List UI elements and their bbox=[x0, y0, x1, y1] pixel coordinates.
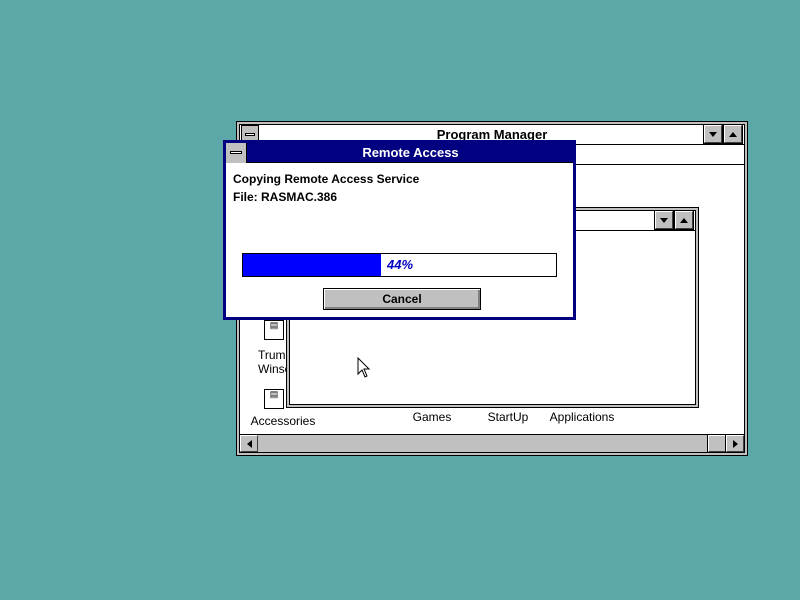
program-item-icon[interactable]: ▤ bbox=[264, 320, 284, 340]
accessories-group-icon[interactable]: ▤ bbox=[264, 389, 284, 409]
scrollbar-thumb[interactable] bbox=[707, 434, 727, 453]
horizontal-scrollbar[interactable] bbox=[239, 434, 745, 453]
dialog-system-menu-icon[interactable] bbox=[226, 143, 247, 163]
scrollbar-track[interactable] bbox=[258, 435, 712, 452]
dialog-titlebar[interactable]: Remote Access bbox=[226, 143, 573, 163]
group-games-label: Games bbox=[412, 410, 452, 424]
group-startup-label: StartUp bbox=[487, 410, 529, 424]
remote-access-dialog: Remote Access Copying Remote Access Serv… bbox=[223, 140, 576, 320]
progress-bar: 44% bbox=[242, 253, 557, 277]
scroll-right-icon[interactable] bbox=[725, 434, 745, 453]
group-accessories[interactable]: Accessories bbox=[248, 412, 318, 428]
maximize-icon[interactable] bbox=[723, 124, 743, 144]
dialog-title: Remote Access bbox=[362, 145, 459, 160]
minimize-icon[interactable] bbox=[703, 124, 723, 144]
progress-fill bbox=[243, 254, 381, 276]
cancel-button[interactable]: Cancel bbox=[323, 288, 481, 310]
dialog-message: Copying Remote Access Service bbox=[233, 172, 420, 186]
group-minimize-icon[interactable] bbox=[654, 210, 674, 230]
dialog-file-label: File: RASMAC.386 bbox=[233, 190, 338, 204]
group-applications-label: Applications bbox=[549, 410, 615, 424]
group-maximize-icon[interactable] bbox=[674, 210, 694, 230]
group-accessories-label: Accessories bbox=[250, 414, 316, 428]
dialog-panel: Remote Access Copying Remote Access Serv… bbox=[226, 143, 573, 317]
progress-text: 44% bbox=[387, 257, 414, 272]
mouse-pointer-icon bbox=[357, 357, 371, 378]
scroll-left-icon[interactable] bbox=[239, 434, 259, 453]
